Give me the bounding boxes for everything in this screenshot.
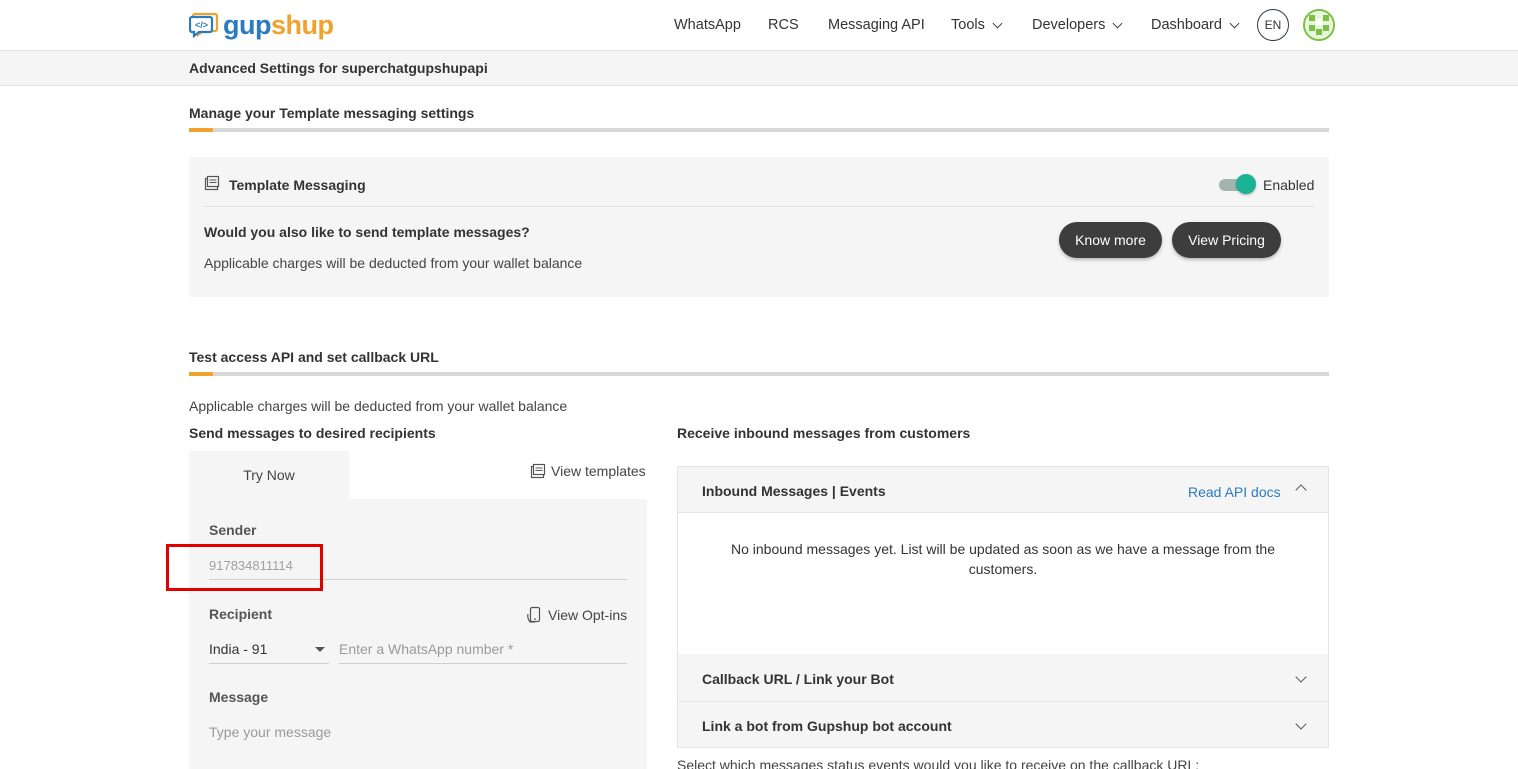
section-divider (189, 372, 1329, 376)
read-api-docs-link[interactable]: Read API docs (1188, 484, 1281, 500)
template-card-title: Template Messaging (229, 176, 366, 193)
know-more-button[interactable]: Know more (1059, 222, 1162, 258)
country-code-select[interactable]: India - 91 (209, 641, 267, 657)
top-navbar: </> gupshup WhatsApp RCS Messaging API T… (0, 0, 1518, 51)
avatar[interactable] (1303, 9, 1335, 41)
receive-messages-heading: Receive inbound messages from customers (677, 425, 971, 441)
chevron-up-icon[interactable] (1295, 484, 1307, 496)
whatsapp-number-input[interactable]: Enter a WhatsApp number * (339, 641, 513, 657)
page-title: Advanced Settings for superchatgupshupap… (189, 60, 488, 76)
inbound-events-title: Inbound Messages | Events (702, 483, 886, 499)
template-card-header: Template Messaging (204, 175, 366, 194)
nav-tools[interactable]: Tools (951, 17, 1003, 33)
chevron-down-icon[interactable] (1295, 671, 1307, 683)
sender-label: Sender (209, 522, 257, 538)
nav-rcs[interactable]: RCS (768, 17, 799, 33)
inbound-events-header[interactable]: Inbound Messages | Events Read API docs (678, 467, 1328, 513)
template-question: Would you also like to send template mes… (204, 224, 530, 240)
template-icon (204, 175, 220, 194)
country-underline (209, 663, 329, 664)
logo-wordmark: gupshup (223, 10, 334, 40)
api-charges-note: Applicable charges will be deducted from… (189, 398, 568, 414)
message-input[interactable]: Type your message (209, 724, 331, 740)
nav-developers[interactable]: Developers (1032, 17, 1123, 33)
svg-text:</>: </> (195, 20, 208, 30)
sender-highlight-box (166, 544, 323, 591)
chat-code-icon: </> (188, 11, 219, 39)
template-icon (530, 463, 546, 479)
avatar-pattern-icon (1305, 11, 1333, 39)
nav-messaging-api[interactable]: Messaging API (828, 17, 925, 33)
status-events-prompt: Select which messages status events woul… (677, 757, 1200, 769)
nav-whatsapp[interactable]: WhatsApp (674, 17, 741, 33)
chevron-down-icon (1229, 18, 1240, 28)
send-messages-heading: Send messages to desired recipients (189, 425, 436, 441)
template-charges-note: Applicable charges will be deducted from… (204, 255, 583, 271)
template-section-title: Manage your Template messaging settings (189, 105, 475, 121)
view-optins-link[interactable]: View Opt-ins (526, 606, 627, 624)
select-caret-icon (315, 647, 325, 652)
gupshup-logo[interactable]: </> gupshup (188, 10, 334, 40)
template-messaging-card: Template Messaging Enabled Would you als… (189, 157, 1329, 297)
view-pricing-button[interactable]: View Pricing (1172, 222, 1281, 258)
inbound-events-body: No inbound messages yet. List will be up… (678, 513, 1328, 654)
section-divider (189, 128, 1329, 132)
callback-url-title[interactable]: Callback URL / Link your Bot (702, 671, 894, 687)
phone-icon (526, 606, 542, 624)
send-message-form: Sender 917834811114 Recipient India - 91… (189, 499, 647, 769)
link-bot-title[interactable]: Link a bot from Gupshup bot account (702, 718, 952, 734)
chevron-down-icon (992, 18, 1003, 28)
sub-header: Advanced Settings for superchatgupshupap… (0, 51, 1518, 86)
nav-dashboard[interactable]: Dashboard (1151, 17, 1240, 33)
message-label: Message (209, 689, 269, 705)
inbound-empty-message: No inbound messages yet. List will be up… (731, 541, 1275, 577)
toggle-status-label: Enabled (1263, 177, 1315, 193)
chevron-down-icon[interactable] (1295, 718, 1307, 730)
api-section-title: Test access API and set callback URL (189, 349, 439, 365)
recipient-label: Recipient (209, 606, 273, 622)
template-enabled-toggle[interactable] (1219, 174, 1256, 194)
tab-try-now[interactable]: Try Now (189, 451, 349, 499)
view-templates-link[interactable]: View templates (530, 463, 646, 479)
number-underline (339, 663, 627, 664)
language-selector[interactable]: EN (1257, 9, 1289, 41)
inbound-accordion: Inbound Messages | Events Read API docs … (677, 466, 1329, 748)
card-divider (204, 206, 1315, 207)
chevron-down-icon (1112, 18, 1123, 28)
accordion-divider (678, 701, 1328, 702)
